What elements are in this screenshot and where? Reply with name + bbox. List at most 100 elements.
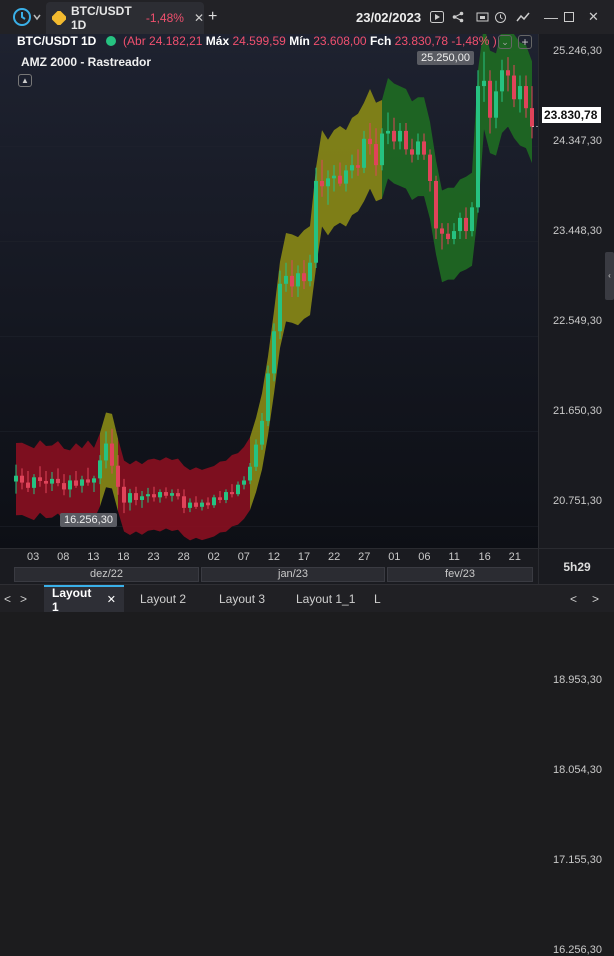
add-tab-icon[interactable]: + xyxy=(208,0,217,34)
candle-body xyxy=(206,502,210,506)
month-fev: fev/23 xyxy=(387,567,533,582)
tab-layout-3[interactable]: Layout 3 xyxy=(211,585,273,612)
day-tick-label: 21 xyxy=(508,551,521,563)
candle-body xyxy=(350,165,354,171)
scroll-layouts-left-icon[interactable]: < xyxy=(566,585,581,612)
month-dez: dez/22 xyxy=(14,567,199,582)
candle-body xyxy=(512,75,516,100)
tab-title: BTC/USDT 1D xyxy=(71,4,132,32)
candlestick-chart[interactable] xyxy=(0,34,538,548)
candle-body xyxy=(200,502,204,507)
candle-body xyxy=(404,130,408,150)
candle-body xyxy=(428,154,432,181)
tab-layout-1-1[interactable]: Layout 1_1 xyxy=(288,585,363,612)
legend-open: 24.182,21 xyxy=(149,34,203,48)
candle-body xyxy=(50,478,54,484)
candle-body xyxy=(308,262,312,282)
candle-body xyxy=(458,217,462,232)
candle-body xyxy=(92,478,96,483)
candle-body xyxy=(296,273,300,287)
candle-body xyxy=(134,493,138,500)
candle-body xyxy=(422,141,426,155)
legend-close: 23.830,78 xyxy=(394,34,449,48)
price-tick-label: 23.448,30 xyxy=(553,224,602,237)
day-tick-label: 12 xyxy=(267,551,281,563)
candle-body xyxy=(272,331,276,374)
collapse-legend-icon[interactable]: ⌄ xyxy=(498,35,512,49)
candle-body xyxy=(488,80,492,118)
tab-layout-more[interactable]: L xyxy=(366,585,389,612)
candle-body xyxy=(122,486,126,503)
candle-body xyxy=(26,482,30,488)
candle-body xyxy=(380,133,384,166)
price-tick-label: 22.549,30 xyxy=(553,314,602,327)
candle-body xyxy=(446,233,450,239)
candle-body xyxy=(452,231,456,239)
candle-body xyxy=(224,492,228,500)
candle-body xyxy=(140,496,144,500)
scroll-right-icon[interactable]: > xyxy=(16,585,32,612)
close-window-icon[interactable]: ✕ xyxy=(588,0,599,34)
collapse-indicator-icon[interactable]: ▲ xyxy=(18,74,32,87)
price-tick-label: 17.155,30 xyxy=(553,854,602,867)
candle-body xyxy=(464,217,468,232)
tab-change: -1,48% xyxy=(145,11,184,25)
price-tick-label: 20.751,30 xyxy=(553,494,602,507)
share-icon[interactable] xyxy=(452,0,464,34)
time-axis[interactable]: 03 08 13 18 23 28 02 07 12 17 22 27 01 06 11 16 21 dez/2… xyxy=(0,548,538,585)
candle-body xyxy=(230,492,234,495)
candle-body xyxy=(290,275,294,287)
trend-icon[interactable] xyxy=(516,0,530,34)
candle-body xyxy=(80,479,84,486)
price-axis[interactable]: 25.246,30 24.347,30 23.448,30 22.549,30 21.6… xyxy=(538,34,614,956)
tab-btc-usdt[interactable]: BTC/USDT 1D -1,48% ✕ xyxy=(46,2,204,34)
close-tab-icon[interactable]: ✕ xyxy=(194,11,204,25)
top-toolbar: BTC/USDT 1D -1,48% ✕ + 23/02/2023 — ✕ xyxy=(0,0,614,35)
candle-body xyxy=(482,80,486,87)
history-icon[interactable] xyxy=(494,0,507,34)
price-tick-label: 18.054,30 xyxy=(553,764,602,777)
candle-body xyxy=(434,180,438,229)
add-indicator-icon[interactable]: + xyxy=(518,35,532,49)
play-icon[interactable] xyxy=(430,0,444,34)
minimize-icon[interactable]: — xyxy=(544,0,558,34)
screenshot-icon[interactable] xyxy=(476,0,489,34)
scroll-left-icon[interactable]: < xyxy=(0,585,16,612)
day-tick-label: 18 xyxy=(117,551,130,563)
expand-panel-icon[interactable]: ‹ xyxy=(605,252,614,300)
day-tick-label: 11 xyxy=(448,551,460,563)
clock-icon[interactable] xyxy=(12,0,32,34)
candle-body xyxy=(38,477,42,481)
tracker-band-segment xyxy=(388,78,394,184)
candle-body xyxy=(254,444,258,467)
legend-high-label: Máx xyxy=(205,34,230,48)
candle-body xyxy=(152,494,156,498)
day-tick-label: 27 xyxy=(358,551,371,563)
maximize-icon[interactable] xyxy=(564,0,574,34)
chevron-down-icon[interactable] xyxy=(32,0,42,34)
chart-area[interactable]: BTC/USDT 1D (Abr 24.182,21 Máx 24.599,59… xyxy=(0,34,538,548)
legend-symbol: BTC/USDT 1D xyxy=(17,34,97,48)
candle-body xyxy=(110,443,114,466)
day-tick-label: 16 xyxy=(478,551,491,563)
candle-body xyxy=(146,494,150,497)
countdown-label: 5h29 xyxy=(538,548,614,585)
current-price-value: 23.830,78 xyxy=(544,108,598,122)
close-layout-icon[interactable]: ✕ xyxy=(107,593,116,606)
candle-body xyxy=(128,493,132,503)
candle-body xyxy=(392,130,396,142)
candle-body xyxy=(278,283,282,332)
legend-high: 24.599,59 xyxy=(232,34,286,48)
tab-layout-2[interactable]: Layout 2 xyxy=(132,585,194,612)
tab-layout-1[interactable]: Layout 1 ✕ xyxy=(44,585,124,614)
candle-body xyxy=(68,480,72,490)
month-jan: jan/23 xyxy=(201,567,385,582)
legend-low-label: Mín xyxy=(289,34,310,48)
scroll-layouts-right-icon[interactable]: > xyxy=(588,585,603,612)
candle-body xyxy=(332,175,336,179)
candle-body xyxy=(32,477,36,488)
day-tick-label: 07 xyxy=(237,551,250,563)
candle-body xyxy=(236,484,240,495)
candle-body xyxy=(518,86,522,100)
tracker-band-segment xyxy=(352,113,358,216)
